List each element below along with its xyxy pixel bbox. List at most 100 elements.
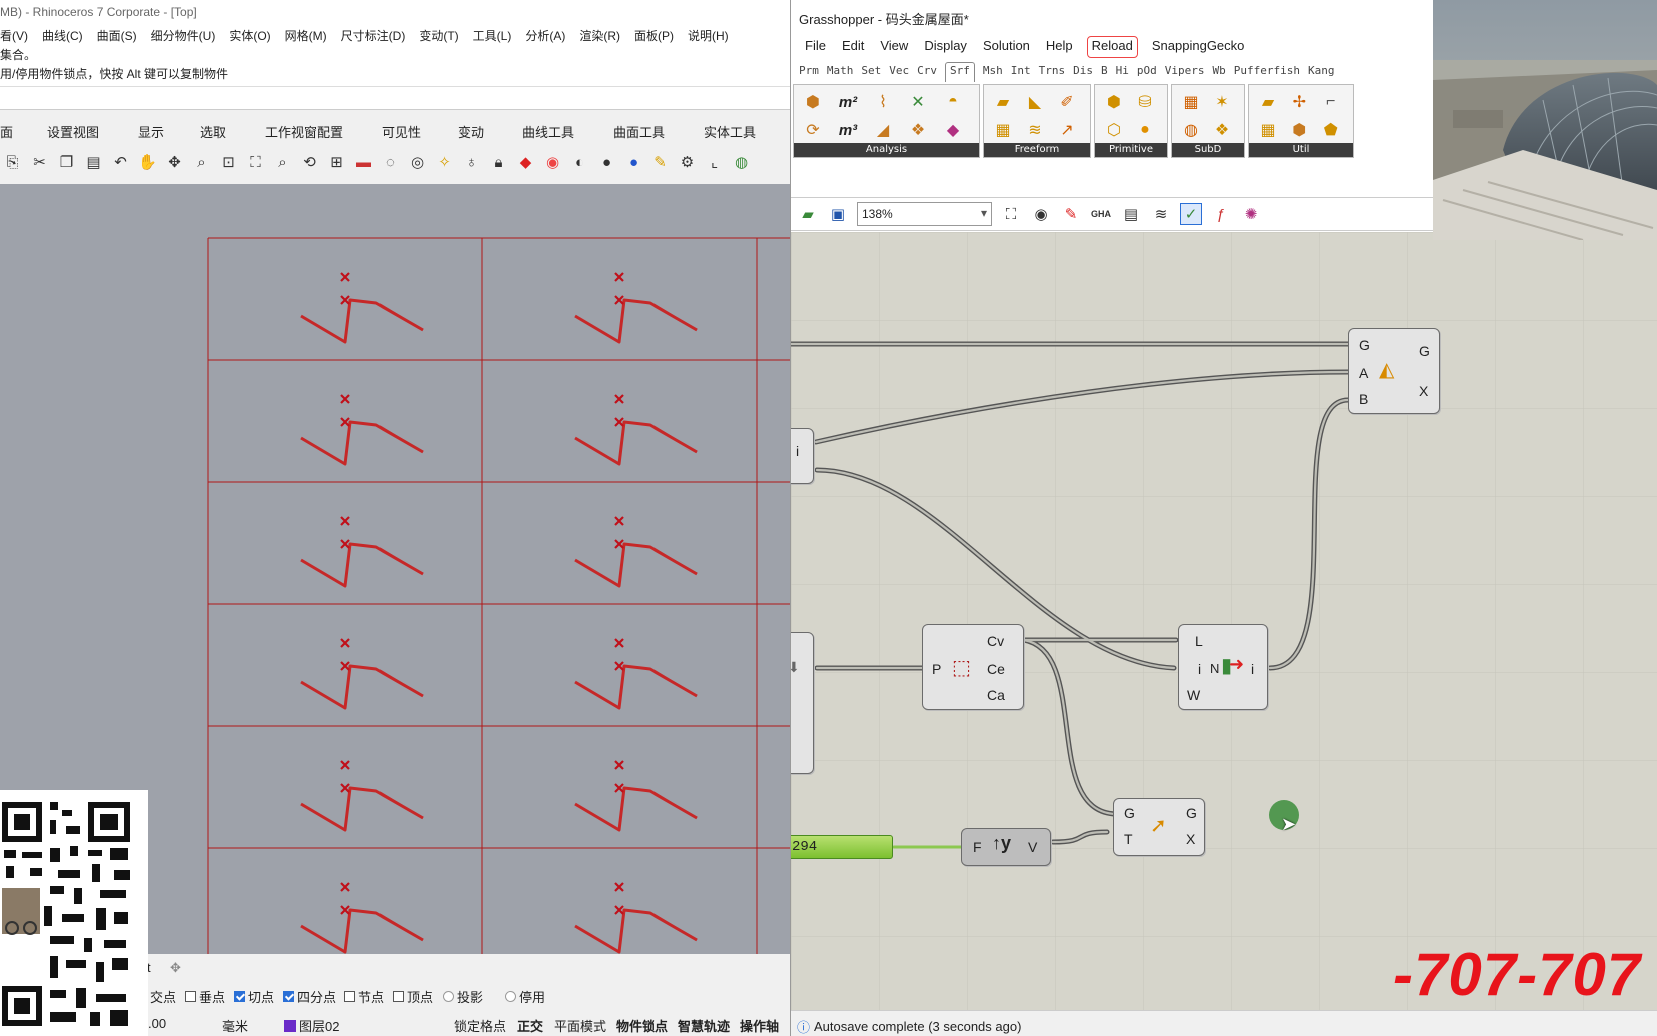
gha-icon[interactable]: GHA bbox=[1090, 203, 1112, 225]
output-port-g[interactable]: G bbox=[1419, 343, 1430, 359]
extrude-icon[interactable]: ◣ bbox=[1022, 89, 1048, 115]
layer-icon[interactable]: ◆ bbox=[515, 152, 536, 173]
area-icon[interactable]: m² bbox=[835, 89, 861, 115]
globe-icon[interactable]: ◍ bbox=[731, 152, 752, 173]
pan-icon[interactable]: ✋ bbox=[137, 152, 158, 173]
render-icon[interactable]: ● bbox=[596, 152, 617, 173]
paste-icon[interactable]: ▤ bbox=[83, 152, 104, 173]
output-port-g[interactable]: G bbox=[1186, 805, 1197, 821]
cplane-icon[interactable]: ◎ bbox=[407, 152, 428, 173]
output-port-v[interactable]: V bbox=[1028, 839, 1037, 855]
sweep-icon[interactable]: ✐ bbox=[1054, 89, 1080, 115]
gh-tab[interactable]: Trns bbox=[1039, 62, 1066, 82]
output-port-cv[interactable]: Cv bbox=[987, 633, 1004, 649]
tab-curve-tools[interactable]: 曲线工具 bbox=[522, 118, 613, 142]
rotate-view-icon[interactable]: ✥ bbox=[164, 152, 185, 173]
snap-vertex[interactable]: 顶点 bbox=[393, 987, 433, 1006]
four-views-icon[interactable]: ⊞ bbox=[326, 152, 347, 173]
gh-reload-button[interactable]: Reload bbox=[1086, 36, 1138, 58]
input-port-g[interactable]: G bbox=[1359, 337, 1370, 353]
snap-knot[interactable]: 节点 bbox=[344, 987, 384, 1006]
ortho-toggle[interactable]: 正交 bbox=[517, 1016, 543, 1035]
disable-solver-icon[interactable]: ƒ bbox=[1210, 203, 1232, 225]
subd-sphere-icon[interactable]: ◍ bbox=[1178, 117, 1204, 143]
gh-component-partial-i[interactable]: i bbox=[791, 428, 814, 484]
evaluate-surface-icon[interactable]: ◓ bbox=[940, 89, 966, 115]
gh-component-move[interactable]: G T G X ➚ bbox=[1113, 798, 1205, 856]
gh-tab[interactable]: Wb bbox=[1213, 62, 1226, 82]
gh-menu-file[interactable]: File bbox=[803, 36, 828, 58]
gh-tab[interactable]: Int bbox=[1011, 62, 1031, 82]
gh-menu-solution[interactable]: Solution bbox=[981, 36, 1032, 58]
recompute-icon[interactable]: ✺ bbox=[1240, 203, 1262, 225]
output-port-ca[interactable]: Ca bbox=[987, 687, 1005, 703]
output-port-x[interactable]: X bbox=[1419, 383, 1428, 399]
tab-transform[interactable]: 变动 bbox=[458, 118, 522, 142]
open-file-icon[interactable]: ▰ bbox=[797, 203, 819, 225]
gh-tab[interactable]: Kang bbox=[1308, 62, 1335, 82]
tab-surface-tools[interactable]: 曲面工具 bbox=[613, 118, 704, 142]
gh-tab[interactable]: Hi bbox=[1116, 62, 1129, 82]
rail-revolution-icon[interactable]: ↗ bbox=[1054, 117, 1080, 143]
menu-dimension[interactable]: 尺寸标注(D) bbox=[341, 27, 406, 46]
gh-tab[interactable]: Vec bbox=[889, 62, 909, 82]
snap-tangent[interactable]: 切点 bbox=[234, 987, 274, 1006]
input-port-a[interactable]: A bbox=[1359, 365, 1368, 381]
number-slider[interactable]: 294 bbox=[791, 835, 893, 859]
input-port-g[interactable]: G bbox=[1124, 805, 1135, 821]
gh-component-list-item[interactable]: L i W i N ▮ ➜ bbox=[1178, 624, 1268, 710]
preview-eye-icon[interactable]: ◉ bbox=[1030, 203, 1052, 225]
snap-quadrant[interactable]: 四分点 bbox=[283, 987, 336, 1006]
subd-edges-icon[interactable]: ✶ bbox=[1209, 89, 1235, 115]
input-port-w[interactable]: W bbox=[1187, 687, 1200, 703]
radio[interactable] bbox=[443, 991, 454, 1002]
gh-component-solid-difference[interactable]: G A B G X ◭ bbox=[1348, 328, 1440, 414]
menu-mesh[interactable]: 网格(M) bbox=[285, 27, 327, 46]
output-port-i[interactable]: i bbox=[1251, 661, 1254, 677]
sphere-icon[interactable]: ● bbox=[1132, 117, 1158, 143]
gh-menu-snappinggecko[interactable]: SnappingGecko bbox=[1150, 36, 1247, 58]
command-input[interactable] bbox=[0, 86, 790, 110]
gh-component-control-points[interactable]: P Cv Ce Ca ⬚ bbox=[922, 624, 1024, 710]
units-label[interactable]: 毫米 bbox=[222, 1016, 248, 1035]
material-icon[interactable]: ● bbox=[623, 152, 644, 173]
grid-snap-toggle[interactable]: 锁定格点 bbox=[454, 1016, 506, 1035]
gh-tab[interactable]: Pufferfish bbox=[1234, 62, 1300, 82]
tab-solid-tools[interactable]: 实体工具 bbox=[704, 118, 756, 142]
snap-intersection[interactable]: 交点 bbox=[150, 987, 176, 1006]
gh-tab[interactable]: Math bbox=[827, 62, 854, 82]
radio[interactable] bbox=[505, 991, 516, 1002]
zoom-selected-icon[interactable]: ⌕ bbox=[272, 152, 293, 173]
save-file-icon[interactable]: ▣ bbox=[827, 203, 849, 225]
menu-panels[interactable]: 面板(P) bbox=[634, 27, 674, 46]
gh-tab[interactable]: Crv bbox=[917, 62, 937, 82]
new-icon[interactable]: ⎘ bbox=[2, 152, 23, 173]
checkbox[interactable] bbox=[393, 991, 404, 1002]
copy-icon[interactable]: ❐ bbox=[56, 152, 77, 173]
osnap-toggle[interactable]: 物件锁点 bbox=[616, 1016, 668, 1035]
snap-perpendicular[interactable]: 垂点 bbox=[185, 987, 225, 1006]
offset-surface-icon[interactable]: ⬟ bbox=[1318, 117, 1344, 143]
planar-toggle[interactable]: 平面模式 bbox=[554, 1016, 606, 1035]
smarttrack-toggle[interactable]: 智慧轨迹 bbox=[678, 1016, 730, 1035]
snap-disable[interactable]: 停用 bbox=[505, 987, 545, 1006]
tab-display[interactable]: 显示 bbox=[138, 118, 200, 142]
tab-viewport-layout[interactable]: 工作视窗配置 bbox=[265, 118, 382, 142]
undo-icon[interactable]: ↶ bbox=[110, 152, 131, 173]
pencil-icon[interactable]: ✎ bbox=[650, 152, 671, 173]
surface-points-icon[interactable]: ❖ bbox=[905, 117, 931, 143]
wire-display-icon[interactable]: ≋ bbox=[1150, 203, 1172, 225]
surface-split-icon[interactable]: ✢ bbox=[1286, 89, 1312, 115]
add-viewport-icon[interactable]: ✥ bbox=[170, 960, 181, 976]
gh-tab[interactable]: Msh bbox=[983, 62, 1003, 82]
named-cplane-icon[interactable]: ✧ bbox=[434, 152, 455, 173]
dimensions-icon[interactable]: ◢ bbox=[870, 117, 896, 143]
curvature-icon[interactable]: ⌇ bbox=[870, 89, 896, 115]
input-port-b[interactable]: B bbox=[1359, 391, 1368, 407]
deconstruct-icon[interactable]: ⟳ bbox=[800, 117, 826, 143]
tab-set-view[interactable]: 设置视图 bbox=[47, 118, 138, 142]
dimension-icon[interactable]: ⌞ bbox=[704, 152, 725, 173]
cut-icon[interactable]: ✂ bbox=[29, 152, 50, 173]
output-port-ce[interactable]: Ce bbox=[987, 661, 1005, 677]
gh-tab-active[interactable]: Srf bbox=[945, 62, 975, 82]
